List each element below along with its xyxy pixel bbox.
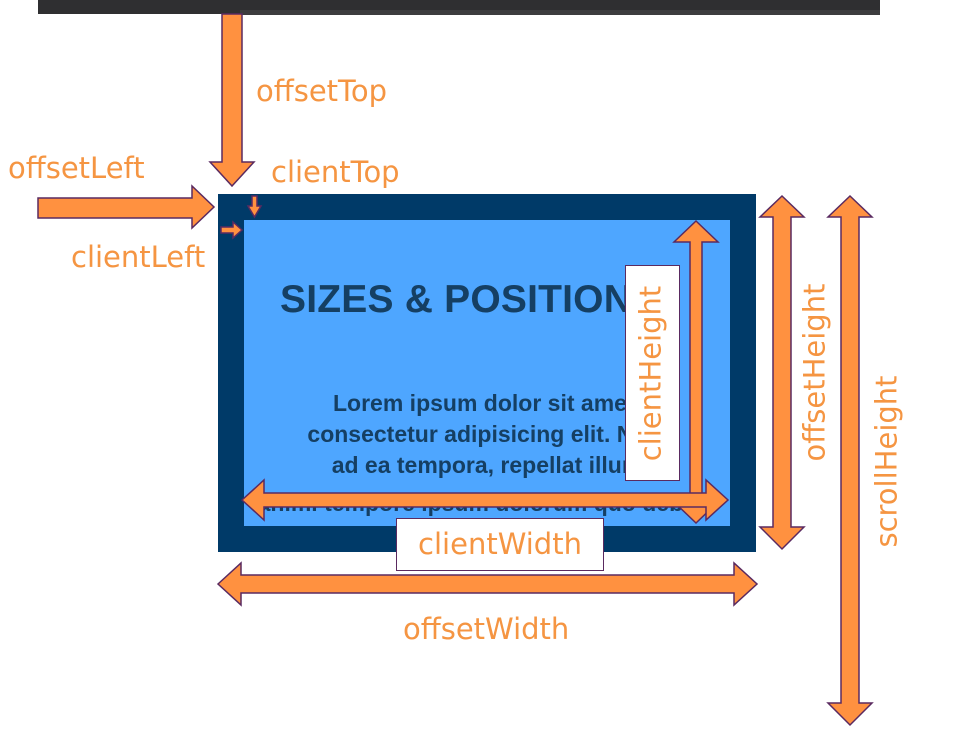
offset-left-arrow [37, 184, 216, 230]
client-height-label: clientHeight [633, 285, 668, 462]
offset-top-arrow [208, 13, 256, 188]
client-width-arrow [240, 478, 730, 522]
client-left-label: clientLeft [71, 240, 206, 274]
client-height-arrow [672, 219, 720, 525]
client-width-label-box: clientWidth [396, 518, 604, 571]
offset-height-label: offsetHeight [797, 283, 832, 462]
diagram-stage: SIZES & POSITIONS Lorem ipsum dolor sit … [0, 0, 955, 751]
offset-width-label: offsetWidth [403, 612, 570, 646]
offset-top-label: offsetTop [256, 74, 387, 108]
client-top-arrow [246, 195, 263, 219]
client-width-label: clientWidth [418, 527, 582, 561]
scroll-height-arrow [826, 194, 874, 727]
scroll-height-label: scrollHeight [869, 375, 904, 548]
client-top-label: clientTop [271, 155, 400, 189]
client-height-label-box: clientHeight [625, 265, 680, 481]
offset-left-label: offsetLeft [8, 151, 145, 185]
client-left-arrow [220, 220, 244, 240]
